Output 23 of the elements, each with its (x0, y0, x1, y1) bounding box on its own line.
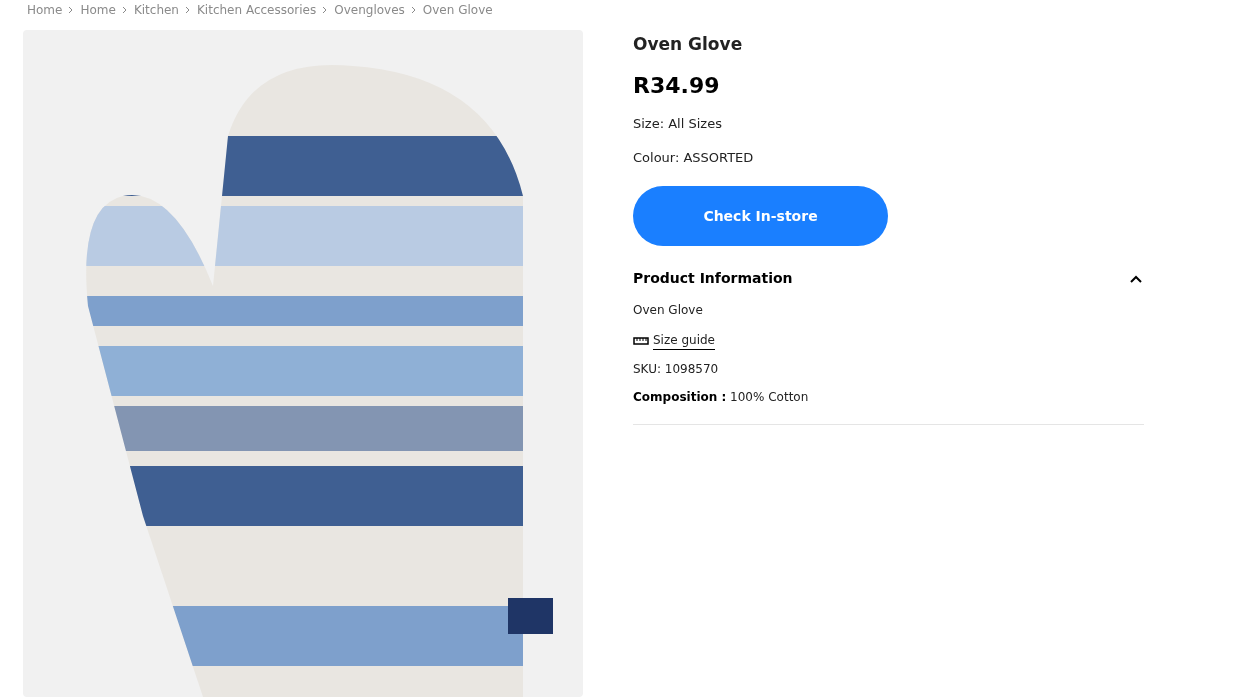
chevron-right-icon (185, 6, 191, 14)
chevron-right-icon (410, 6, 417, 14)
breadcrumb-link[interactable]: Kitchen (133, 1, 179, 19)
check-in-store-button[interactable]: Check In-store (633, 186, 888, 246)
section-heading[interactable]: Product Information (633, 268, 793, 289)
chevron-right-icon (121, 6, 128, 14)
breadcrumb-link[interactable]: Home (80, 1, 116, 19)
ruler-icon (633, 336, 649, 345)
size-guide-link[interactable]: Size guide (653, 331, 715, 350)
chevron-right-icon (322, 6, 329, 14)
breadcrumb-link[interactable]: Kitchen Accessories (197, 1, 317, 19)
product-description: Oven Glove (633, 302, 704, 319)
product-price: R34.99 (633, 72, 721, 100)
product-title: Oven Glove (633, 33, 744, 56)
chevron-right-icon (68, 6, 75, 14)
size-label: Size: All Sizes (633, 115, 723, 133)
composition-text: Composition : 100% Cotton (633, 389, 810, 406)
breadcrumb-link[interactable]: Home (27, 1, 63, 19)
breadcrumb-link[interactable]: Oven Glove (422, 1, 493, 19)
breadcrumb-link[interactable]: Ovengloves (334, 1, 405, 19)
chevron-icon[interactable] (1130, 274, 1142, 283)
sku-text: SKU: 1098570 (633, 361, 720, 378)
colour-label: Colour: ASSORTED (633, 148, 755, 167)
